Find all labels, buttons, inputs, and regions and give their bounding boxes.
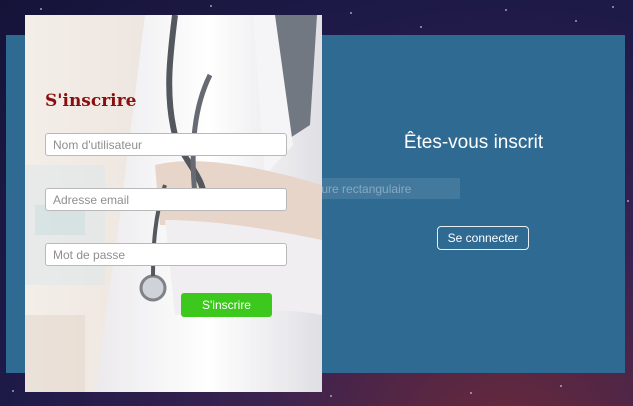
login-panel: Êtes-vous inscrit Se connecter — [322, 35, 625, 373]
username-input[interactable] — [45, 133, 287, 156]
signup-submit-button[interactable]: S'inscrire — [181, 293, 272, 317]
signup-card: S'inscrire S'inscrire — [25, 15, 322, 392]
email-input[interactable] — [45, 188, 287, 211]
signup-title: S'inscrire — [45, 91, 137, 111]
password-input[interactable] — [45, 243, 287, 266]
login-panel-title: Êtes-vous inscrit — [403, 132, 544, 153]
connect-button[interactable]: Se connecter — [437, 226, 529, 250]
